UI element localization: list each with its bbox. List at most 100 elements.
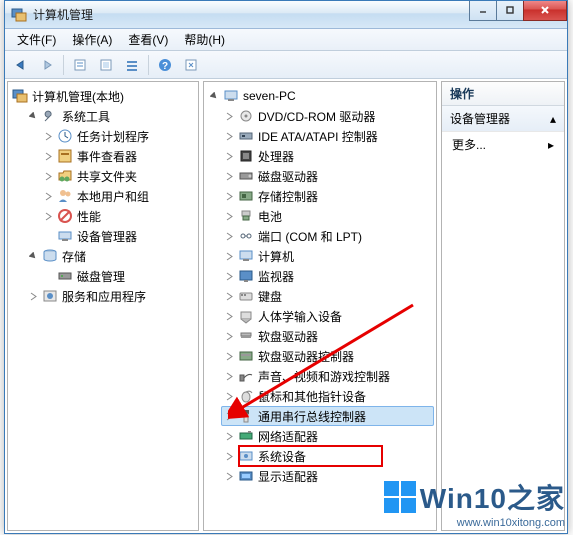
device-category[interactable]: 网络适配器 [221, 426, 434, 446]
expand-icon[interactable] [223, 230, 236, 243]
close-button[interactable] [523, 1, 567, 21]
expand-icon[interactable] [223, 130, 236, 143]
tree-disk-management[interactable]: 磁盘管理 [40, 266, 196, 286]
device-label: 声音、视频和游戏控制器 [258, 368, 390, 385]
users-icon [57, 188, 73, 204]
device-label: 系统设备 [258, 448, 306, 465]
device-category[interactable]: 系统设备 [221, 446, 434, 466]
device-category[interactable]: 处理器 [221, 146, 434, 166]
collapse-icon[interactable] [208, 90, 221, 103]
device-category[interactable]: 计算机 [221, 246, 434, 266]
computer-icon [223, 88, 239, 104]
actions-pane: 操作 设备管理器 ▴ 更多... ▸ [441, 81, 565, 531]
separator [63, 55, 64, 75]
back-button[interactable] [9, 54, 33, 76]
middle-pane: seven-PC DVD/CD-ROM 驱动器IDE ATA/ATAPI 控制器… [203, 81, 437, 531]
device-category[interactable]: 人体学输入设备 [221, 306, 434, 326]
expand-icon[interactable] [223, 150, 236, 163]
device-category[interactable]: 软盘驱动器 [221, 326, 434, 346]
minimize-button[interactable] [469, 1, 497, 21]
device-category[interactable]: 声音、视频和游戏控制器 [221, 366, 434, 386]
tree-root[interactable]: 计算机管理(本地) [10, 86, 196, 106]
disk-icon [57, 268, 73, 284]
expand-icon[interactable] [42, 170, 55, 183]
device-category[interactable]: 软盘驱动器控制器 [221, 346, 434, 366]
expand-icon[interactable] [42, 150, 55, 163]
device-icon [238, 128, 254, 144]
maximize-button[interactable] [496, 1, 524, 21]
device-icon [238, 208, 254, 224]
device-icon [238, 168, 254, 184]
expand-icon[interactable] [223, 110, 236, 123]
collapse-icon[interactable] [27, 110, 40, 123]
device-icon [238, 328, 254, 344]
expand-icon[interactable] [223, 430, 236, 443]
collapse-icon[interactable] [27, 250, 40, 263]
expand-icon[interactable] [223, 390, 236, 403]
tree-storage[interactable]: 存储 [25, 246, 196, 266]
expand-icon[interactable] [223, 250, 236, 263]
shared-folder-icon [57, 168, 73, 184]
device-category[interactable]: 通用串行总线控制器 [221, 406, 434, 426]
device-category[interactable]: 键盘 [221, 286, 434, 306]
expand-icon[interactable] [223, 310, 236, 323]
device-category[interactable]: 磁盘驱动器 [221, 166, 434, 186]
tree-performance[interactable]: 性能 [40, 206, 196, 226]
forward-button[interactable] [35, 54, 59, 76]
menu-file[interactable]: 文件(F) [9, 29, 64, 50]
device-icon [238, 408, 254, 424]
expand-icon[interactable] [27, 290, 40, 303]
storage-icon [42, 248, 58, 264]
expand-icon[interactable] [223, 290, 236, 303]
device-category[interactable]: 鼠标和其他指针设备 [221, 386, 434, 406]
expand-icon[interactable] [223, 270, 236, 283]
expand-icon[interactable] [42, 210, 55, 223]
device-icon [238, 288, 254, 304]
device-category[interactable]: 存储控制器 [221, 186, 434, 206]
device-label: 监视器 [258, 268, 294, 285]
tree-shared-folders[interactable]: 共享文件夹 [40, 166, 196, 186]
expand-icon[interactable] [223, 330, 236, 343]
tree-task-scheduler[interactable]: 任务计划程序 [40, 126, 196, 146]
expand-icon[interactable] [223, 170, 236, 183]
menu-view[interactable]: 查看(V) [120, 29, 176, 50]
expand-icon[interactable] [42, 130, 55, 143]
device-category[interactable]: 监视器 [221, 266, 434, 286]
menu-help[interactable]: 帮助(H) [176, 29, 233, 50]
tree-device-manager[interactable]: 设备管理器 [40, 226, 196, 246]
tree-systools[interactable]: 系统工具 [25, 106, 196, 126]
expand-icon[interactable] [223, 350, 236, 363]
export-button[interactable] [94, 54, 118, 76]
device-category[interactable]: IDE ATA/ATAPI 控制器 [221, 126, 434, 146]
device-label: 人体学输入设备 [258, 308, 342, 325]
refresh-button[interactable] [179, 54, 203, 76]
view-button[interactable] [120, 54, 144, 76]
tree-services[interactable]: 服务和应用程序 [25, 286, 196, 306]
svg-text:?: ? [162, 61, 168, 72]
device-label: 存储控制器 [258, 188, 318, 205]
tree-local-users[interactable]: 本地用户和组 [40, 186, 196, 206]
expand-icon[interactable] [223, 410, 236, 423]
expand-icon[interactable] [223, 450, 236, 463]
device-category[interactable]: DVD/CD-ROM 驱动器 [221, 106, 434, 126]
expand-icon[interactable] [223, 190, 236, 203]
device-category[interactable]: 端口 (COM 和 LPT) [221, 226, 434, 246]
expand-icon[interactable] [42, 190, 55, 203]
expand-icon[interactable] [223, 470, 236, 483]
clock-icon [57, 128, 73, 144]
device-icon [238, 428, 254, 444]
actions-more[interactable]: 更多... ▸ [442, 132, 564, 157]
body: 计算机管理(本地) 系统工具 任务计划程序 事件查看器 [5, 79, 567, 533]
device-label: 显示适配器 [258, 468, 318, 485]
properties-button[interactable] [68, 54, 92, 76]
expand-icon[interactable] [223, 210, 236, 223]
device-root[interactable]: seven-PC [206, 86, 434, 106]
help-button[interactable]: ? [153, 54, 177, 76]
tree-event-viewer[interactable]: 事件查看器 [40, 146, 196, 166]
device-label: 处理器 [258, 148, 294, 165]
expand-icon[interactable] [223, 370, 236, 383]
device-tree: seven-PC DVD/CD-ROM 驱动器IDE ATA/ATAPI 控制器… [204, 82, 436, 490]
device-category[interactable]: 电池 [221, 206, 434, 226]
menu-action[interactable]: 操作(A) [64, 29, 120, 50]
actions-section[interactable]: 设备管理器 ▴ [442, 106, 564, 132]
